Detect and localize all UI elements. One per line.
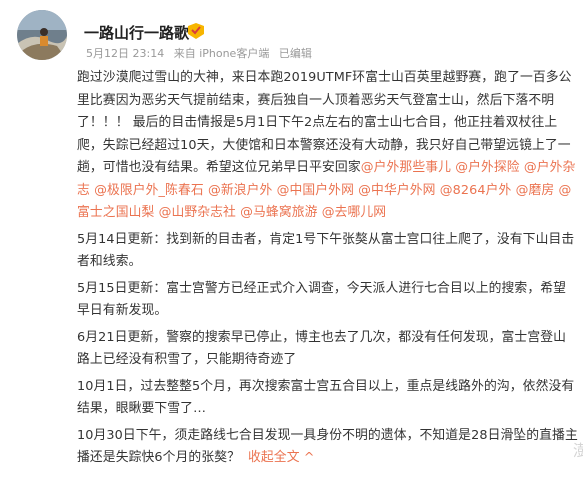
mention-link[interactable]: @户外探险 — [455, 160, 519, 175]
username[interactable]: 一路山行一路歌 — [84, 22, 189, 43]
mention-link[interactable]: @中国户外网 — [277, 183, 354, 198]
post-date[interactable]: 5月12日 23:14 — [86, 47, 164, 60]
update-paragraph: 5月15日更新：富士宫警方已经正式介入调查，今天派人进行七合目以上的搜索，希望早… — [77, 280, 567, 319]
update-paragraph: 6月21日更新，警察的搜索早已停止，博主也去了几次，都没有任何发现，富士宫登山路… — [77, 329, 567, 368]
mention-link[interactable]: @户外那些事儿 — [361, 160, 451, 175]
mention-link[interactable]: @去哪儿网 — [322, 205, 386, 220]
watermark: 澎 — [572, 441, 583, 460]
mention-link[interactable]: @山野杂志社 — [159, 205, 236, 220]
mention-link[interactable]: @马蜂窝旅游 — [240, 205, 317, 220]
final-text: 10月30日下午，须走路线七合目发现一具身份不明的遗体，不知道是28日滑坠的直播… — [77, 427, 578, 466]
post-source: 来自 iPhone客户端 — [173, 47, 270, 60]
edited-label[interactable]: 已编辑 — [279, 47, 312, 60]
verified-badge-icon — [186, 22, 206, 40]
collapse-full-text-link[interactable]: 收起全文 ^ — [248, 450, 315, 465]
mention-link[interactable]: @新浪户外 — [208, 183, 272, 198]
post-meta: 5月12日 23:14 来自 iPhone客户端 已编辑 — [86, 45, 318, 61]
update-paragraph: 5月14日更新：找到新的目击者，肯定1号下午张獒从富士宫口往上爬了，没有下山目击… — [77, 231, 575, 270]
chevron-up-icon[interactable]: ^ — [304, 450, 315, 465]
mention-link[interactable]: @中华户外网 — [358, 183, 435, 198]
final-paragraph: 10月30日下午，须走路线七合目发现一具身份不明的遗体，不知道是28日滑坠的直播… — [77, 425, 578, 470]
mention-link[interactable]: @磨房 — [516, 183, 555, 198]
mention-link[interactable]: @极限户外_陈春石 — [94, 183, 204, 198]
post-body: 跑过沙漠爬过雪山的大神，来日本跑2019UTMF环富士山百英里越野赛，跑了一百多… — [77, 67, 578, 470]
collapse-label[interactable]: 收起全文 — [248, 450, 300, 465]
avatar[interactable] — [17, 10, 67, 60]
update-paragraph: 10月1日，过去整整5个月，再次搜索富士宫五合目以上，重点是线路外的沟，依然没有… — [77, 378, 575, 417]
mention-link[interactable]: @8264户外 — [440, 183, 512, 198]
post-intro-paragraph: 跑过沙漠爬过雪山的大神，来日本跑2019UTMF环富士山百英里越野赛，跑了一百多… — [77, 67, 578, 225]
